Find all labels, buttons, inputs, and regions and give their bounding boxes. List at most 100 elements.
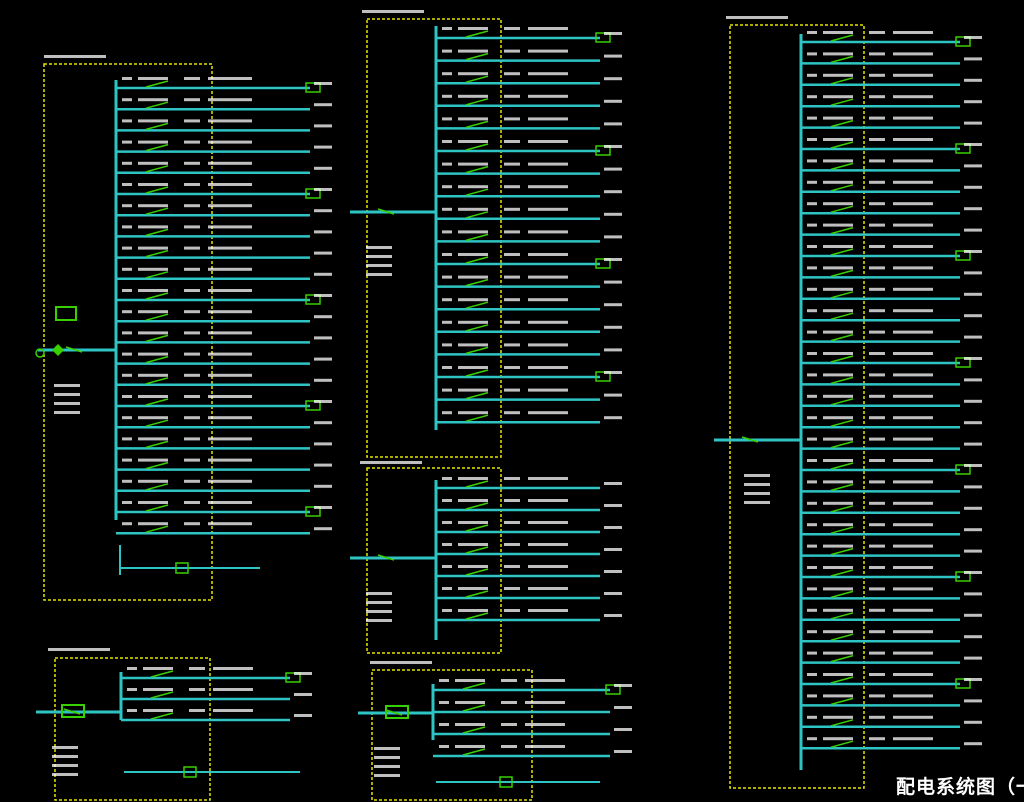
panel-a-load-label [314,357,332,361]
panel-a-circuit-number [122,204,132,208]
panel-d-circuit-number [807,587,817,591]
panel-e-cable-label [213,688,253,691]
panel-d-phase-label [869,287,885,291]
panel-b-cable-label [528,72,568,76]
panel-c-note-line [366,610,392,613]
panel-f-note-line [374,774,400,777]
panel-d-breaker-label [823,52,853,56]
panel-b-phase-label [504,366,520,369]
panel-a-circuit-breaker [145,122,169,131]
panel-b-phase-label [504,49,520,53]
panel-b-circuit-breaker [465,301,489,309]
panel-a-circuit-breaker [145,334,169,343]
panel-d-load-label [964,464,982,467]
panel-d-load-label [964,506,982,510]
panel-e-circuit-number [127,709,137,712]
panel-d-load-label [964,442,982,446]
panel-a-load-label [314,230,332,234]
panel-d-load-label [964,57,982,61]
panel-c-cable-label [528,499,568,502]
panel-b-cable-label [528,366,568,369]
panel-a-circuit-breaker [145,101,169,109]
panel-d-breaker-label [823,245,853,248]
panel-d-load-label [964,399,982,403]
panel-d-breaker-label [823,223,853,227]
panel-a-load-label [314,145,332,149]
panel-f-note-line [374,765,400,768]
panel-d-phase-label [869,459,885,462]
panel-d-cable-label [893,630,933,634]
panel-d-load-label [964,613,982,617]
panel-d-cable-label [893,95,933,99]
panel-d-circuit-number [807,138,817,141]
panel-a-circuit-breaker [145,80,169,88]
panel-d-load-label [964,207,982,211]
panel-a-circuit-breaker [145,165,169,173]
panel-d-load-label [964,185,982,189]
distribution-system-diagram [35,10,982,801]
panel-f-circuit-number [439,701,449,704]
panel-d-circuit-breaker [830,440,854,449]
panel-d-phase-label [869,330,885,334]
panel-b-circuit-number [442,388,452,392]
panel-a-cable-label [208,140,252,144]
panel-d-circuit-breaker [830,119,854,128]
panel-d-cable-label [893,309,933,313]
panel-d-phase-label [869,138,885,141]
panel-d-cable-label [893,608,933,612]
panel-b-circuit-number [442,298,452,302]
panel-b-circuit-breaker [465,98,489,106]
panel-e-cable-label [213,667,253,670]
panel-a-note-line [54,411,80,414]
panel-b-breaker-label [458,27,488,30]
panel-e-cable-label [213,709,253,712]
panel-f-circuit-breaker [462,726,486,734]
panel-f-breaker-label [455,679,485,682]
panel-a-circuit-breaker [145,355,169,364]
panel-a-circuit-breaker [145,207,169,215]
panel-d-load-label [964,228,982,232]
panel-b-phase-label [504,253,520,256]
panel-a-phase-label [184,98,200,102]
panel-d-cable-label [893,480,933,484]
panel-a-cable-label [208,246,252,250]
panel-c-phase-label [504,499,520,502]
panel-d-breaker-label [823,459,853,462]
panel-b-phase-label [504,230,520,234]
panel-b-load-label [604,190,622,194]
panel-a-breaker-label [138,183,168,186]
panel-a-cable-label [208,204,252,208]
panel-d-breaker-label [823,116,853,120]
panel-f-cable-label [525,723,565,726]
panel-d-phase-label [869,737,885,741]
panel-d-circuit-number [807,437,817,441]
panel-a-load-label [314,166,332,170]
panel-a-circuit-number [122,373,132,377]
panel-c-load-label [604,570,622,573]
panel-a-circuit-number [122,479,132,483]
panel-b-cable-label [528,27,568,30]
panel-d-load-label [964,720,982,724]
panel-a-load-label [314,251,332,255]
panel-a-circuit-number [122,289,132,292]
panel-e-breaker-label [143,709,173,712]
panel-b-cable-label [528,207,568,211]
panel-e-breaker-label [143,688,173,691]
panel-a-circuit-number [122,98,132,102]
panel-d-phase-label [869,501,885,505]
panel-a-circuit-number [122,310,132,314]
panel-b-circuit-breaker [465,75,489,83]
panel-c-phase-label [504,521,520,524]
panel-a-load-label [314,103,332,107]
panel-d-circuit-number [807,95,817,99]
panel-e-note-line [52,746,78,749]
panel-d-circuit-number [807,459,817,462]
panel-d-cable-label [893,651,933,655]
panel-c-breaker-label [458,609,488,612]
panel-b-note-line [366,264,392,267]
panel-a-load-label [314,421,332,425]
panel-d-note-line [744,474,770,477]
panel-b-load-label [604,145,622,148]
panel-c-circuit-breaker [465,590,489,598]
panel-d-circuit-breaker [830,34,854,42]
